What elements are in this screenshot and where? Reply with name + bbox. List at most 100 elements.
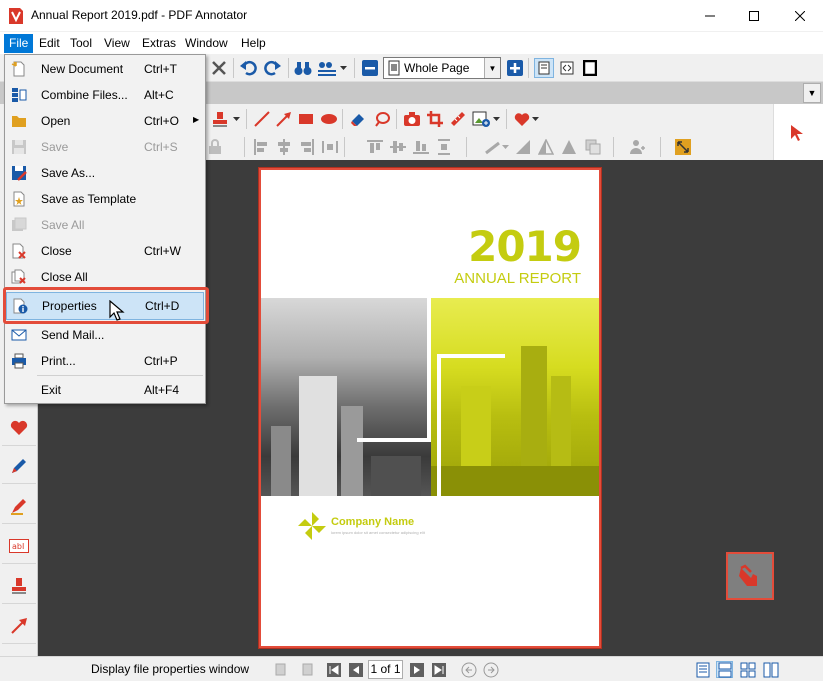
redo-icon[interactable]: [263, 59, 281, 77]
first-page-button[interactable]: [325, 661, 342, 678]
favorites-heart-icon[interactable]: [2, 410, 36, 446]
align-top-icon[interactable]: [366, 138, 384, 156]
ruler-icon[interactable]: [449, 110, 467, 128]
chevron-down-icon[interactable]: [338, 59, 348, 77]
menu-send-mail[interactable]: Send Mail...: [6, 322, 204, 348]
last-page-button[interactable]: [430, 661, 447, 678]
toolbar-separator: [528, 58, 529, 78]
eraser-icon[interactable]: [349, 110, 367, 128]
menu-save-as-template[interactable]: Save as Template: [6, 186, 204, 212]
fill-icon[interactable]: [514, 138, 532, 156]
menu-help[interactable]: Help: [236, 34, 271, 53]
fit-page-icon[interactable]: [558, 59, 576, 77]
menu-new-document[interactable]: New Document Ctrl+T: [6, 56, 204, 82]
continuous-layout-icon[interactable]: [716, 661, 733, 678]
fullscreen-icon[interactable]: [581, 59, 599, 77]
page-icon: [388, 60, 400, 76]
zoom-in-icon[interactable]: [506, 59, 524, 77]
ellipse-tool-icon[interactable]: [320, 110, 338, 128]
menu-close-all[interactable]: Close All: [6, 264, 204, 290]
single-page-view-icon[interactable]: [534, 58, 554, 78]
open-folder-icon: [10, 112, 28, 130]
pan-hand-button[interactable]: [726, 552, 774, 600]
select-pointer-icon[interactable]: [790, 124, 804, 142]
menu-file[interactable]: File: [4, 34, 34, 53]
find-all-icon[interactable]: [318, 59, 336, 77]
toolbar-separator: [396, 109, 397, 129]
next-document-icon[interactable]: [297, 661, 314, 678]
menu-save[interactable]: Save Ctrl+S: [6, 134, 204, 160]
single-page-layout-icon[interactable]: [694, 661, 711, 678]
menu-window[interactable]: Window: [180, 34, 233, 53]
resize-icon[interactable]: [674, 138, 692, 156]
undo-icon[interactable]: [240, 59, 258, 77]
status-text: Display file properties window: [91, 662, 250, 676]
page-indicator[interactable]: 1 of 1: [368, 660, 403, 679]
next-page-button[interactable]: [408, 661, 425, 678]
hand-icon: [739, 564, 757, 586]
chevron-down-icon[interactable]: [491, 110, 501, 128]
menu-combine-files[interactable]: Combine Files... Alt+C: [6, 82, 204, 108]
zoom-dropdown[interactable]: Whole Page ▼: [383, 57, 501, 79]
chevron-down-icon[interactable]: [530, 110, 540, 128]
camera-icon[interactable]: [403, 110, 421, 128]
chevron-down-icon[interactable]: [231, 110, 241, 128]
menu-save-as[interactable]: Save As...: [6, 160, 204, 186]
distribute-horizontal-icon[interactable]: [321, 138, 339, 156]
maximize-button[interactable]: [731, 0, 777, 31]
minimize-button[interactable]: [687, 0, 733, 31]
previous-page-button[interactable]: [347, 661, 364, 678]
zoom-out-icon[interactable]: [361, 59, 379, 77]
align-right-icon[interactable]: [298, 138, 316, 156]
line-tool-icon[interactable]: [253, 110, 271, 128]
close-window-button[interactable]: [777, 0, 823, 31]
forward-history-icon[interactable]: [482, 661, 499, 678]
align-bottom-icon[interactable]: [412, 138, 430, 156]
text-box-icon[interactable]: abI: [2, 528, 36, 564]
cover-frame-right: [437, 354, 505, 500]
menu-extras[interactable]: Extras: [137, 34, 181, 53]
company-name: Company Name: [331, 516, 415, 528]
rectangle-tool-icon[interactable]: [297, 110, 315, 128]
delete-icon[interactable]: [210, 59, 228, 77]
chevron-down-icon[interactable]: [500, 138, 510, 156]
stamp-icon[interactable]: [2, 568, 36, 604]
menu-open[interactable]: Open Ctrl+O ▶: [6, 108, 204, 134]
align-middle-icon[interactable]: [389, 138, 407, 156]
menu-edit[interactable]: Edit: [34, 34, 65, 53]
insert-image-icon[interactable]: [472, 110, 490, 128]
favorite-heart-icon[interactable]: [513, 110, 531, 128]
lasso-icon[interactable]: [373, 110, 391, 128]
align-center-icon[interactable]: [275, 138, 293, 156]
close-doc-icon: [10, 242, 28, 260]
save-all-icon: [10, 216, 28, 234]
toolbar-separator: [244, 137, 245, 157]
triangle-fill-icon[interactable]: [560, 138, 578, 156]
crop-icon[interactable]: [426, 110, 444, 128]
distribute-vertical-icon[interactable]: [435, 138, 453, 156]
book-layout-icon[interactable]: [762, 661, 779, 678]
lock-icon[interactable]: [206, 138, 224, 156]
chevron-down-icon[interactable]: ▼: [803, 83, 821, 103]
menu-close[interactable]: Close Ctrl+W: [6, 238, 204, 264]
two-page-layout-icon[interactable]: [739, 661, 756, 678]
menu-print[interactable]: Print... Ctrl+P: [6, 348, 204, 374]
menu-exit[interactable]: Exit Alt+F4: [6, 377, 204, 403]
align-left-icon[interactable]: [252, 138, 270, 156]
pdf-page[interactable]: 2019 ANNUAL REPORT Company Name lorem ip…: [259, 168, 601, 648]
triangle-outline-icon[interactable]: [537, 138, 555, 156]
duplicate-icon[interactable]: [584, 138, 602, 156]
previous-document-icon[interactable]: [273, 661, 290, 678]
stamp-icon[interactable]: [211, 110, 229, 128]
find-binoculars-icon[interactable]: [294, 59, 312, 77]
menu-view[interactable]: View: [99, 34, 135, 53]
menu-properties[interactable]: Properties Ctrl+D: [6, 292, 204, 320]
menu-save-all[interactable]: Save All: [6, 212, 204, 238]
back-history-icon[interactable]: [460, 661, 477, 678]
user-icon[interactable]: [628, 138, 646, 156]
arrow-tool-icon[interactable]: [2, 608, 36, 644]
menu-tool[interactable]: Tool: [65, 34, 97, 53]
arrow-tool-icon[interactable]: [275, 110, 293, 128]
pen-icon[interactable]: [2, 448, 36, 484]
highlighter-icon[interactable]: [2, 488, 36, 524]
